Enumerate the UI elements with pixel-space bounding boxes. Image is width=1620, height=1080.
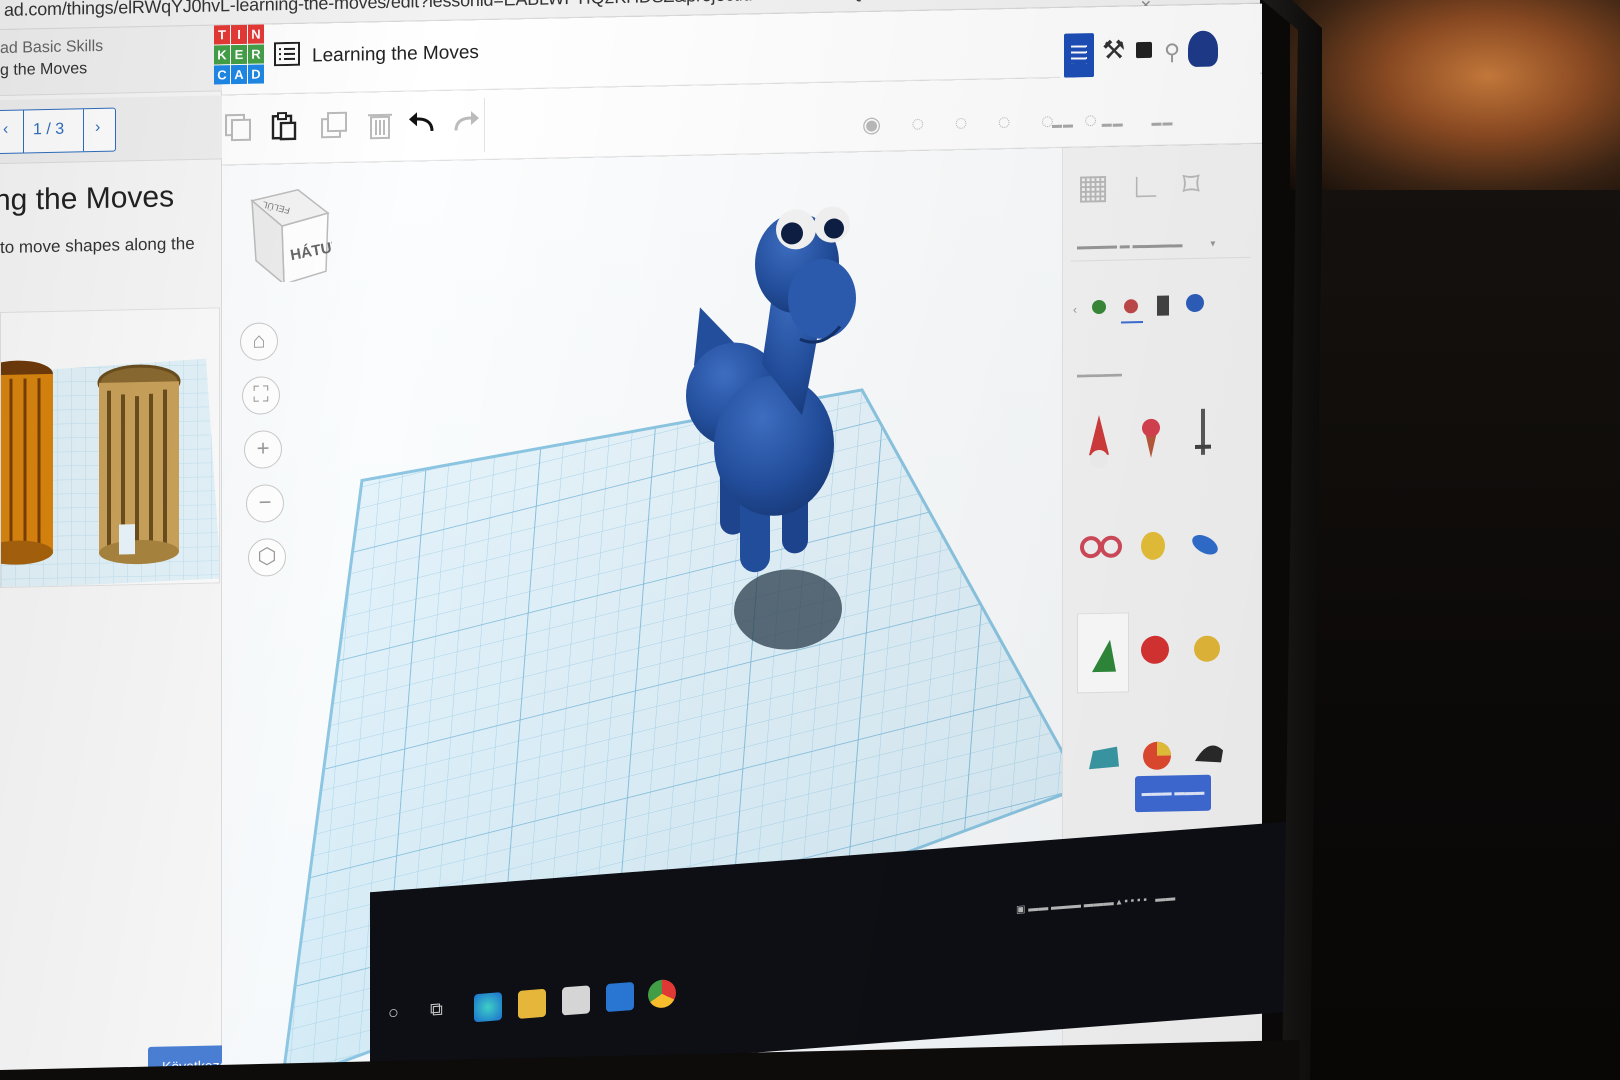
- wooden-lamp-shade: [97, 364, 181, 565]
- course-title: ad Basic Skills: [0, 37, 104, 57]
- dark-shelf: [1300, 190, 1620, 1080]
- subcat-red-icon[interactable]: [1124, 299, 1138, 314]
- logo-letter: N: [248, 24, 264, 44]
- grid-icon[interactable]: ▦: [1077, 167, 1129, 206]
- shape-santa-hat[interactable]: [1073, 396, 1125, 477]
- user-avatar[interactable]: [1188, 30, 1218, 68]
- lesson-description: to move shapes along the: [0, 233, 195, 257]
- subcat-dark-icon[interactable]: [1157, 295, 1169, 316]
- search-icon[interactable]: ○: [388, 1002, 399, 1024]
- logo-letter: C: [214, 65, 230, 85]
- shapes-section-label: ▬▬▬▬▬: [1077, 368, 1122, 380]
- user-add-icon[interactable]: ⚲: [1164, 39, 1180, 65]
- sword-icon: [1195, 408, 1211, 455]
- orange-lamp-shade: [0, 360, 53, 565]
- category-label: ▬▬▬▬ ▬ ▬▬▬▬▬ ▾: [1077, 238, 1216, 253]
- step-selector[interactable]: 1 / 3: [33, 121, 64, 140]
- logo-letter: T: [214, 25, 230, 45]
- logo-letter: K: [214, 45, 230, 65]
- store-icon[interactable]: [562, 985, 590, 1016]
- shape-sword[interactable]: [1177, 394, 1229, 475]
- duplicate-icon[interactable]: [318, 109, 350, 142]
- lamp-shade-illustration: [0, 358, 220, 588]
- logo-letter: A: [231, 64, 247, 85]
- shape-red-ball[interactable]: [1129, 611, 1181, 692]
- 3d-view-toggle[interactable]: [1064, 33, 1094, 78]
- panel-tab-icons[interactable]: ▦∟⌑: [1077, 164, 1220, 207]
- copy-icon[interactable]: [222, 111, 254, 144]
- shape-yellow-ball[interactable]: [1181, 610, 1233, 691]
- toolbar-divider: [484, 97, 485, 152]
- shape-glasses[interactable]: [1075, 506, 1127, 587]
- yellow-ball-icon: [1194, 635, 1220, 662]
- pager-control: ‹ 1 / 3 ›: [0, 107, 116, 155]
- system-tray[interactable]: ▣ ▬▬ ▬▬▬ ▬▬▬ ▴ ▪ ▪ ▪ ▪ ▬▬: [1016, 892, 1175, 915]
- subcat-blue-icon[interactable]: [1186, 293, 1204, 312]
- paste-icon[interactable]: [268, 110, 300, 143]
- edge-icon[interactable]: [474, 992, 502, 1023]
- glasses-icon: [1080, 535, 1122, 559]
- explorer-icon[interactable]: [518, 988, 546, 1019]
- previous-step-button[interactable]: ‹: [3, 121, 8, 139]
- pager-divider: [23, 110, 24, 153]
- hammer-icon[interactable]: ⚒: [1102, 34, 1125, 65]
- shape-tree[interactable]: [1077, 612, 1129, 694]
- lesson-header: ad Basic Skills g the Moves: [0, 25, 222, 96]
- list-icon: [1071, 45, 1087, 64]
- ruler-icon[interactable]: ∟: [1129, 166, 1182, 205]
- tinkercad-logo[interactable]: T I N K E R C A D: [214, 24, 264, 87]
- next-step-button[interactable]: ›: [95, 119, 100, 137]
- lesson-heading: ng the Moves: [0, 180, 175, 218]
- logo-letter: D: [248, 64, 264, 84]
- panel-tabs[interactable]: ▬▬ ▬▬ ▬▬: [1052, 117, 1174, 131]
- red-ball-icon: [1141, 635, 1169, 664]
- logo-letter: I: [231, 24, 247, 45]
- chevron-left-icon[interactable]: ‹: [1073, 302, 1077, 316]
- lesson-panel: ad Basic Skills g the Moves ‹ 1 / 3 › ng…: [0, 25, 256, 1080]
- subcat-green-icon[interactable]: [1092, 299, 1106, 314]
- lesson-pager: ‹ 1 / 3 ›: [0, 95, 222, 164]
- delete-icon[interactable]: [364, 108, 396, 141]
- design-title[interactable]: Learning the Moves: [312, 42, 479, 67]
- leaf-icon: [1192, 535, 1218, 555]
- blocks-icon[interactable]: [1136, 41, 1152, 59]
- cap-icon: [1089, 746, 1119, 770]
- create-shape-button[interactable]: ▬▬▬ ▬▬▬: [1135, 774, 1211, 813]
- shape-cap[interactable]: [1079, 716, 1131, 797]
- notes-icon[interactable]: ⌑: [1182, 165, 1219, 204]
- mail-icon[interactable]: [606, 981, 634, 1013]
- shape-category-dropdown[interactable]: ▬▬▬▬ ▬ ▬▬▬▬▬ ▾: [1071, 231, 1251, 262]
- lesson-illustration: [0, 307, 220, 588]
- lesson-subtitle: g the Moves: [0, 60, 88, 79]
- logo-letter: E: [231, 44, 247, 65]
- task-view-icon[interactable]: ⧉: [430, 999, 443, 1021]
- pager-divider: [83, 109, 84, 152]
- logo-letter: R: [248, 44, 264, 64]
- chrome-icon[interactable]: [648, 978, 676, 1009]
- design-list-icon[interactable]: [274, 41, 300, 67]
- ice-cream-icon: [1142, 418, 1160, 458]
- lemon-icon: [1141, 531, 1165, 560]
- shape-leaf[interactable]: [1179, 504, 1231, 585]
- lamp-glow: [1290, 0, 1620, 190]
- redo-icon[interactable]: [450, 106, 482, 139]
- tree-icon: [1092, 639, 1116, 673]
- shape-ice-cream[interactable]: [1125, 395, 1177, 476]
- undo-icon[interactable]: [406, 107, 438, 140]
- subcategory-tabs[interactable]: ‹: [1073, 284, 1253, 328]
- santa-hat-icon: [1089, 414, 1109, 468]
- shape-lemon[interactable]: [1127, 505, 1179, 586]
